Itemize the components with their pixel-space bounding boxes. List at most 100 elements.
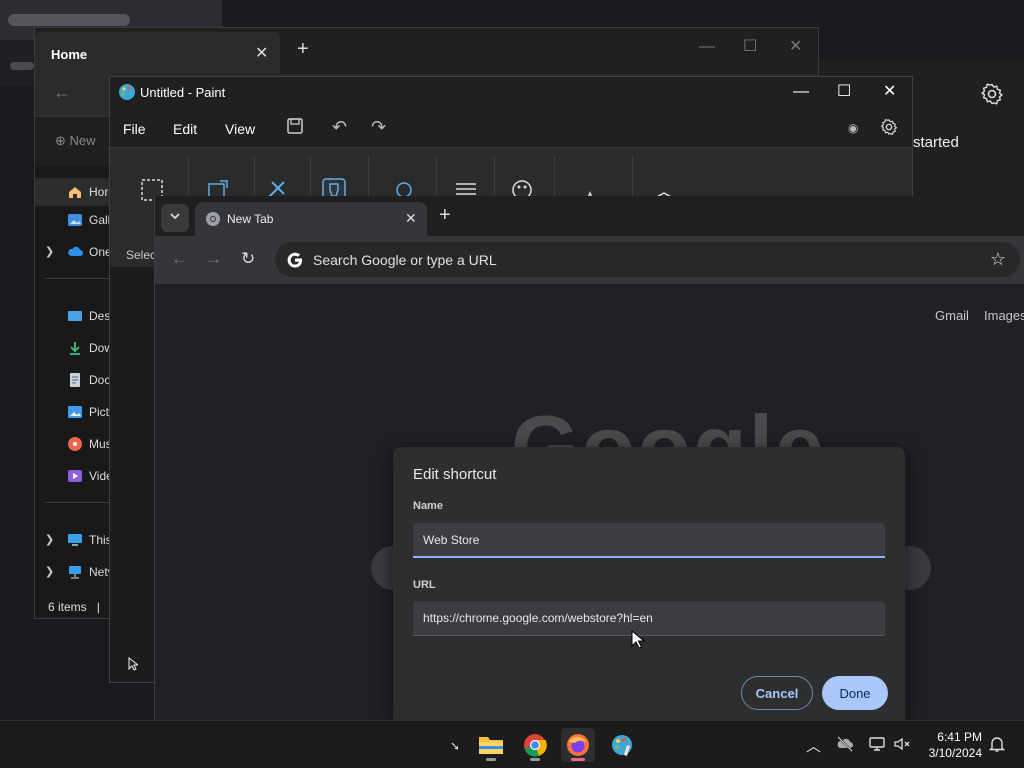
minimize-icon[interactable]: — <box>793 83 809 101</box>
gallery-icon <box>68 214 82 226</box>
explorer-tab-title: Home <box>51 47 88 62</box>
close-icon[interactable]: ✕ <box>255 43 268 63</box>
url-label: URL <box>413 579 436 591</box>
redo-icon[interactable]: ↷ <box>371 117 386 138</box>
close-icon[interactable]: ✕ <box>405 210 417 227</box>
documents-icon <box>70 373 80 387</box>
sidebar-item-music[interactable]: Mus <box>35 430 112 458</box>
sidebar-item-gallery[interactable]: Gall <box>35 206 111 234</box>
tab-title: New Tab <box>227 212 274 226</box>
dialog-title: Edit shortcut <box>413 466 497 483</box>
taskbar-file-explorer[interactable] <box>474 728 508 762</box>
explorer-sidebar: Hor Gall ❯ One Desl Dow Doc Pict Mus Vid… <box>35 166 114 596</box>
desktop-icon <box>68 311 82 321</box>
sidebar-item-this-pc[interactable]: ❯ This <box>35 526 112 554</box>
new-button-label: New <box>69 133 96 148</box>
sidebar-item-label: Pict <box>89 405 110 419</box>
tab-new-tab[interactable]: New Tab ✕ <box>195 202 427 236</box>
taskbar: ➘ ︿ 6:41 PM 3/10/2024 <box>0 720 1024 768</box>
volume-muted-icon[interactable] <box>893 735 911 753</box>
sidebar-item-label: Hor <box>89 185 109 199</box>
menu-file[interactable]: File <box>123 121 146 137</box>
close-icon[interactable]: ✕ <box>789 36 802 56</box>
network-icon <box>69 566 81 579</box>
menu-edit[interactable]: Edit <box>173 121 197 137</box>
account-icon[interactable]: ◉ <box>848 121 858 135</box>
explorer-titlebar: Home ✕ + — ☐ ✕ <box>35 28 818 74</box>
sidebar-item-videos[interactable]: Vide <box>35 462 113 490</box>
background-window-strip <box>0 40 34 86</box>
sidebar-item-documents[interactable]: Doc <box>35 366 111 394</box>
minimize-icon[interactable]: — <box>699 38 715 56</box>
downloads-icon <box>70 342 80 355</box>
selection-label: Selec <box>126 248 157 262</box>
show-hidden-icons-chevron[interactable]: ︿ <box>806 735 821 756</box>
taskbar-firefox[interactable] <box>561 728 595 762</box>
menu-view[interactable]: View <box>225 121 255 137</box>
chevron-right-icon[interactable]: ❯ <box>45 245 54 258</box>
status-item-count: 6 items | <box>48 600 100 614</box>
chrome-icon <box>524 734 547 757</box>
sidebar-item-onedrive[interactable]: ❯ One <box>35 238 112 266</box>
gear-icon[interactable] <box>980 82 1004 106</box>
clock-date[interactable]: 3/10/2024 <box>920 746 982 760</box>
chevron-down-icon <box>170 213 180 220</box>
paint-canvas-margin <box>110 267 156 682</box>
notification-bell-icon[interactable] <box>988 735 1006 753</box>
maximize-icon[interactable]: ☐ <box>837 81 851 101</box>
reload-icon[interactable]: ↻ <box>241 249 255 269</box>
sidebar-item-pictures[interactable]: Pict <box>35 398 111 426</box>
done-button[interactable]: Done <box>822 676 888 710</box>
status-separator: | <box>96 600 100 614</box>
save-icon[interactable] <box>286 117 304 135</box>
taskbar-paint[interactable] <box>605 728 639 762</box>
new-tab-icon[interactable]: + <box>297 38 309 61</box>
file-explorer-icon <box>479 737 503 754</box>
omnibox[interactable]: Search Google or type a URL ☆ <box>275 242 1020 277</box>
close-icon[interactable]: ✕ <box>883 81 896 101</box>
back-arrow-icon[interactable]: ← <box>53 82 71 103</box>
home-icon <box>69 187 81 198</box>
this-pc-icon <box>68 534 82 546</box>
gmail-link[interactable]: Gmail <box>935 308 969 323</box>
name-field[interactable] <box>413 523 885 558</box>
sidebar-item-label: Gall <box>89 213 111 227</box>
sidebar-item-desktop[interactable]: Desl <box>35 302 113 330</box>
pictures-icon <box>68 406 82 418</box>
chevron-right-icon[interactable]: ❯ <box>45 565 54 578</box>
url-field[interactable] <box>413 601 885 636</box>
cancel-button[interactable]: Cancel <box>741 676 813 710</box>
onedrive-sync-off-icon[interactable] <box>836 735 854 753</box>
chrome-tab-icon <box>206 212 220 226</box>
google-g-icon <box>287 252 302 268</box>
clock-time[interactable]: 6:41 PM <box>920 730 982 744</box>
pointer-cursor-icon <box>128 657 138 671</box>
undo-icon[interactable]: ↶ <box>332 117 347 138</box>
sidebar-item-downloads[interactable]: Dow <box>35 334 113 362</box>
music-icon <box>68 437 82 451</box>
edit-shortcut-dialog: Edit shortcut Name URL Cancel Done <box>393 447 905 720</box>
explorer-tab-home[interactable]: Home ✕ <box>35 32 280 74</box>
firefox-icon <box>567 734 589 756</box>
taskbar-chrome[interactable] <box>518 728 552 762</box>
bookmark-star-icon[interactable]: ☆ <box>990 249 1006 270</box>
paint-icon <box>612 735 632 756</box>
pointer-arrow-icon: ➘ <box>450 739 461 753</box>
new-button[interactable]: ⊕ New <box>55 133 96 149</box>
chrome-toolbar: ← → ↻ Search Google or type a URL ☆ <box>155 236 1024 284</box>
onedrive-icon <box>68 246 83 256</box>
chevron-right-icon[interactable]: ❯ <box>45 533 54 546</box>
sidebar-item-home[interactable]: Hor <box>35 178 111 206</box>
new-tab-icon[interactable]: + <box>439 204 451 227</box>
omnibox-placeholder: Search Google or type a URL <box>313 252 497 268</box>
images-link[interactable]: Images <box>984 308 1024 323</box>
name-label: Name <box>413 500 443 512</box>
sidebar-item-label: Doc <box>89 373 111 387</box>
tab-search-button[interactable] <box>161 204 189 232</box>
back-arrow-icon[interactable]: ← <box>171 249 188 269</box>
gear-icon[interactable] <box>880 118 898 136</box>
sidebar-item-network[interactable]: ❯ Netv <box>35 558 114 586</box>
maximize-icon[interactable]: ☐ <box>743 36 757 56</box>
network-icon[interactable] <box>868 735 886 753</box>
forward-arrow-icon[interactable]: → <box>205 249 222 269</box>
